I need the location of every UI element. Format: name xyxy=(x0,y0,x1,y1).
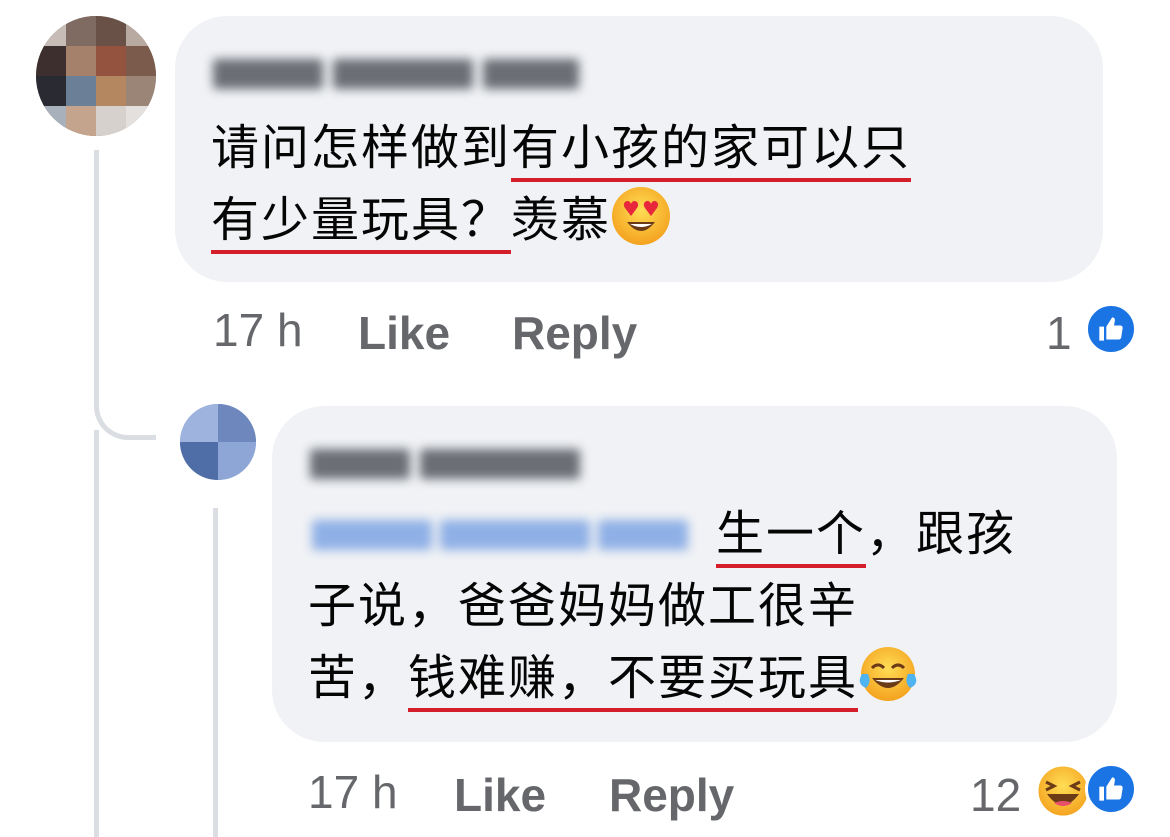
reply-bubble: 生一个，跟孩 子说，爸爸妈妈做工很辛 苦，钱难赚，不要买玩具 xyxy=(272,406,1117,742)
thread-line-lower xyxy=(94,430,99,837)
reply-like-button[interactable]: Like xyxy=(454,768,546,822)
thread-line-elbow xyxy=(94,300,156,440)
comment-reaction-count[interactable]: 1 xyxy=(1046,306,1072,360)
tears-of-joy-emoji-icon xyxy=(858,644,918,724)
thread-line-main xyxy=(94,150,99,310)
comment-bubble: 请问怎样做到有小孩的家可以只 有少量玩具？羡慕 xyxy=(175,16,1103,282)
replier-avatar[interactable] xyxy=(180,404,256,480)
comment-text: 请问怎样做到有小孩的家可以只 有少量玩具？羡慕 xyxy=(211,112,1091,266)
reply-timestamp: 17 h xyxy=(308,766,398,818)
like-reaction-icon xyxy=(1085,303,1137,355)
reply-reply-button[interactable]: Reply xyxy=(609,768,734,822)
comment-line-2: 有少量玩具？羡慕 xyxy=(211,184,1091,266)
reply-text: 生一个，跟孩 子说，爸爸妈妈做工很辛 苦，钱难赚，不要买玩具 xyxy=(308,498,1108,724)
commenter-name-blurred[interactable] xyxy=(213,56,579,92)
reply-line-2: 子说，爸爸妈妈做工很辛 xyxy=(308,578,859,634)
comment-timestamp: 17 h xyxy=(213,304,303,356)
comment-line-1: 请问怎样做到有小孩的家可以只 xyxy=(211,112,1091,184)
replier-name-blurred[interactable] xyxy=(310,446,580,482)
like-reaction-icon xyxy=(1085,763,1137,815)
reply-line-3: 苦，钱难赚，不要买玩具 xyxy=(308,642,1108,724)
heart-eyes-emoji-icon xyxy=(611,186,671,266)
thread-line-reply xyxy=(213,508,218,837)
haha-reaction-icon xyxy=(1034,762,1092,825)
commenter-avatar[interactable] xyxy=(36,16,156,136)
comment-like-button[interactable]: Like xyxy=(358,306,450,360)
reply-reaction-count[interactable]: 12 xyxy=(970,768,1021,822)
reply-line-1: 生一个，跟孩 xyxy=(308,498,1108,570)
comment-reply-button[interactable]: Reply xyxy=(512,306,637,360)
